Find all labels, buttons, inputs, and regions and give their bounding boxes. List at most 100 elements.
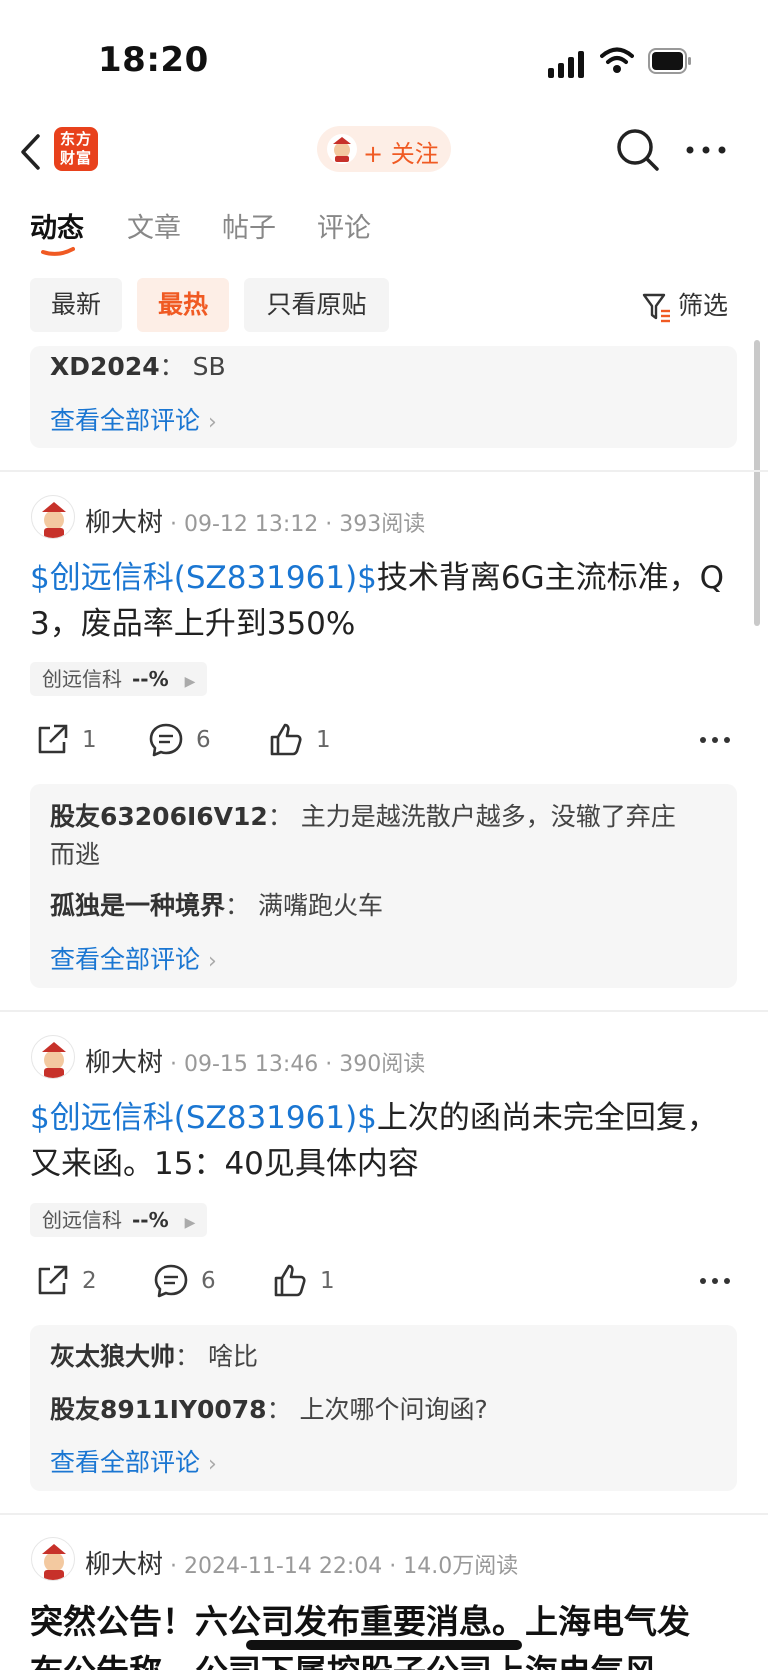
like-button[interactable]: 1	[272, 1263, 335, 1299]
wifi-icon	[600, 47, 634, 73]
view-all-label: 查看全部评论	[50, 945, 201, 974]
app-logo: 东方财富	[54, 127, 98, 171]
post-title-line: 突然公告！六公司发布重要消息。上海电气发	[30, 1602, 690, 1641]
author-name[interactable]: 柳大树	[85, 1042, 163, 1079]
share-button[interactable]: 2	[34, 1263, 97, 1299]
filter-latest[interactable]: 最新	[30, 278, 122, 332]
tab-comments[interactable]: 评论	[317, 206, 371, 245]
post-more-icon[interactable]	[700, 1278, 730, 1286]
chevron-right-icon: ›	[208, 1452, 217, 1477]
post-meta: · 09-12 13:12 · 393阅读	[170, 512, 426, 537]
scrollbar[interactable]	[754, 340, 760, 626]
stock-tag[interactable]: 创远信科 --% ▶	[30, 1203, 208, 1237]
follow-label: + 关注	[363, 140, 439, 168]
author-name[interactable]: 柳大树	[85, 502, 163, 539]
tab-articles[interactable]: 文章	[127, 206, 181, 245]
stock-link[interactable]: $创远信科(SZ831961)$	[30, 560, 377, 596]
more-options-icon[interactable]	[684, 130, 728, 170]
comment-sep: ：	[266, 1395, 292, 1424]
post-content[interactable]: $创远信科(SZ831961)$技术背离6G主流标准，Q 3，废品率上升到350…	[30, 555, 740, 647]
author-avatar[interactable]	[31, 1537, 75, 1581]
author-avatar[interactable]	[31, 495, 75, 539]
status-time: 18:20	[98, 40, 209, 80]
home-indicator[interactable]	[246, 1640, 522, 1650]
comment-user[interactable]: 股友8911IY0078	[50, 1395, 267, 1424]
post-more-icon[interactable]	[700, 737, 730, 745]
filter-button[interactable]: 筛选	[642, 286, 728, 326]
comment-button[interactable]: 6	[148, 722, 211, 758]
view-all-comments-link[interactable]: 查看全部评论 ›	[50, 401, 217, 437]
author-avatar[interactable]	[31, 1035, 75, 1079]
stock-tag-name: 创远信科	[42, 1208, 122, 1232]
share-icon	[38, 1265, 68, 1295]
comment-item: 灰太狼大帅： 啥比	[50, 1338, 258, 1376]
share-icon	[38, 724, 68, 754]
back-arrow-icon[interactable]	[18, 132, 44, 172]
post-text-line: 3，废品率上升到350%	[30, 606, 356, 642]
comment-sep: ：	[267, 802, 293, 831]
post-meta: · 2024-11-14 22:04 · 14.0万阅读	[170, 1554, 519, 1579]
share-count: 2	[82, 1268, 97, 1294]
post-text-line: 又来函。15：40见具体内容	[30, 1146, 419, 1182]
battery-icon	[648, 48, 691, 74]
comment-text: 啥比	[207, 1342, 258, 1371]
comment-user[interactable]: 孤独是一种境界	[50, 891, 225, 920]
like-button[interactable]: 1	[268, 722, 331, 758]
stock-tag-change: --%	[132, 1208, 169, 1232]
active-tab-indicator	[41, 247, 75, 256]
comment-item: 孤独是一种境界： 满嘴跑火车	[50, 887, 383, 925]
tab-dynamics[interactable]: 动态	[30, 206, 84, 245]
comment-icon	[149, 723, 183, 757]
comment-user[interactable]: XD2024	[50, 352, 160, 381]
view-all-label: 查看全部评论	[50, 1448, 201, 1477]
post-text-line: 上次的函尚未完全回复，	[376, 1100, 718, 1136]
filter-original-only[interactable]: 只看原贴	[244, 278, 389, 332]
post-content[interactable]: $创远信科(SZ831961)$上次的函尚未完全回复， 又来函。15：40见具体…	[30, 1095, 740, 1187]
comment-text: 上次哪个问询函?	[299, 1395, 488, 1424]
comment-user[interactable]: 股友63206I6V12	[50, 802, 268, 831]
comment-count: 6	[196, 727, 211, 753]
divider	[0, 1513, 768, 1515]
thumbs-up-icon	[274, 1264, 306, 1297]
divider	[0, 470, 768, 472]
divider	[0, 1010, 768, 1012]
comment-sep: ：	[175, 1342, 201, 1371]
post-meta: · 09-15 13:46 · 390阅读	[170, 1052, 426, 1077]
thumbs-up-icon	[270, 723, 302, 756]
view-all-comments-link[interactable]: 查看全部评论 ›	[50, 940, 217, 976]
comment-text: 主力是越洗散户越多，没辙了弃庄	[300, 802, 676, 831]
filter-label: 筛选	[678, 291, 729, 320]
author-name[interactable]: 柳大树	[85, 1544, 163, 1581]
stock-link[interactable]: $创远信科(SZ831961)$	[30, 1100, 377, 1136]
comment-count: 6	[201, 1268, 216, 1294]
comment-text: 而逃	[50, 840, 101, 869]
tab-posts[interactable]: 帖子	[222, 206, 276, 245]
follow-button[interactable]: + 关注	[317, 126, 451, 172]
post-title[interactable]: 突然公告！六公司发布重要消息。上海电气发 布公告称，公司下属控股子公司上海电气风	[30, 1597, 750, 1670]
post-title-line: 布公告称，公司下属控股子公司上海电气风	[30, 1652, 657, 1670]
comment-user[interactable]: 灰太狼大帅	[50, 1342, 175, 1371]
chevron-right-icon: ›	[208, 410, 217, 435]
comment-item: 股友8911IY0078： 上次哪个问询函?	[50, 1391, 488, 1429]
share-count: 1	[82, 727, 97, 753]
share-button[interactable]: 1	[34, 722, 97, 758]
chevron-right-icon: ›	[208, 949, 217, 974]
filter-funnel-icon	[642, 293, 670, 323]
caret-right-icon: ▶	[184, 674, 196, 690]
stock-tag[interactable]: 创远信科 --% ▶	[30, 662, 208, 696]
view-all-label: 查看全部评论	[50, 406, 201, 435]
comment-text: 满嘴跑火车	[257, 891, 383, 920]
comment-sep: ：	[159, 352, 185, 381]
mascot-avatar-icon	[327, 134, 357, 164]
comment-item: XD2024： SB	[50, 348, 226, 386]
cellular-signal-icon	[548, 50, 588, 78]
like-count: 1	[320, 1268, 335, 1294]
stock-tag-change: --%	[132, 667, 169, 691]
view-all-comments-link[interactable]: 查看全部评论 ›	[50, 1443, 217, 1479]
comment-sep: ：	[225, 891, 251, 920]
post-text-line: 技术背离6G主流标准，Q	[376, 560, 725, 596]
search-icon[interactable]	[614, 126, 662, 174]
comment-button[interactable]: 6	[153, 1263, 216, 1299]
filter-hottest[interactable]: 最热	[137, 278, 229, 332]
caret-right-icon: ▶	[184, 1215, 196, 1231]
